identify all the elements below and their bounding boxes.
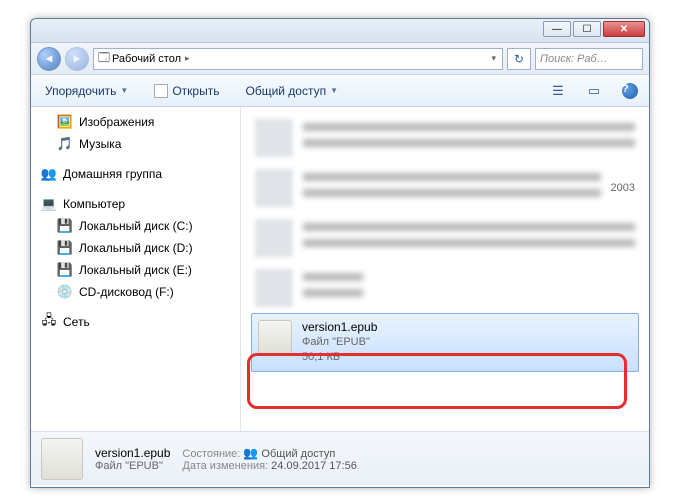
file-text-blurred xyxy=(303,123,635,153)
modified-value: 24.09.2017 17:56 xyxy=(271,460,357,472)
file-text-blurred xyxy=(303,273,363,303)
disk-icon: 💾 xyxy=(57,262,73,278)
back-button[interactable]: ◄ xyxy=(37,47,61,71)
details-text: version1.epub Файл "EPUB" xyxy=(95,446,170,472)
chevron-right-icon[interactable]: ▸ xyxy=(183,53,192,64)
chevron-down-icon: ▼ xyxy=(330,86,338,95)
disk-icon: 💾 xyxy=(57,240,73,256)
sidebar-item-drive-d[interactable]: 💾 Локальный диск (D:) xyxy=(31,237,240,259)
sidebar-item-music[interactable]: 🎵 Музыка xyxy=(31,133,240,155)
pictures-icon: 🖼️ xyxy=(57,114,73,130)
file-info: version1.epub Файл "EPUB" 50,1 КБ xyxy=(302,320,377,365)
organize-button[interactable]: Упорядочить ▼ xyxy=(39,80,134,102)
homegroup-icon: 👥 xyxy=(41,166,57,182)
file-icon xyxy=(255,169,293,207)
sidebar-item-pictures[interactable]: 🖼️ Изображения xyxy=(31,111,240,133)
forward-button[interactable]: ► xyxy=(65,47,89,71)
sidebar-item-network[interactable]: 🖧 Сеть xyxy=(31,311,240,333)
share-label: Общий доступ xyxy=(245,84,326,98)
navigation-bar: ◄ ► 🗔 Рабочий стол ▸ ▾ ↻ Поиск: Раб… xyxy=(31,43,649,75)
sidebar-item-label: Компьютер xyxy=(63,197,125,211)
maximize-button[interactable]: ☐ xyxy=(573,21,601,37)
refresh-button[interactable]: ↻ xyxy=(507,48,531,70)
file-icon xyxy=(255,219,293,257)
sidebar-item-label: Локальный диск (E:) xyxy=(79,263,192,277)
people-icon: 👥 xyxy=(243,446,258,460)
details-meta: Состояние: 👥 Общий доступ Дата изменения… xyxy=(182,446,356,472)
help-button[interactable]: ? xyxy=(619,81,641,101)
sidebar-item-label: Изображения xyxy=(79,115,154,129)
sidebar-item-label: Домашняя группа xyxy=(63,167,162,181)
network-icon: 🖧 xyxy=(41,314,57,330)
selected-file-item[interactable]: version1.epub Файл "EPUB" 50,1 КБ xyxy=(251,313,639,372)
toolbar: Упорядочить ▼ Открыть Общий доступ ▼ ☰ ▭… xyxy=(31,75,649,107)
sidebar-item-drive-c[interactable]: 💾 Локальный диск (C:) xyxy=(31,215,240,237)
music-icon: 🎵 xyxy=(57,136,73,152)
list-item[interactable] xyxy=(251,263,639,313)
state-label: Состояние: xyxy=(182,448,240,460)
address-dropdown-icon[interactable]: ▾ xyxy=(489,53,498,64)
details-pane: version1.epub Файл "EPUB" Состояние: 👥 О… xyxy=(31,431,649,485)
close-button[interactable]: ✕ xyxy=(603,21,645,37)
list-item[interactable]: 2003 xyxy=(251,163,639,213)
share-button[interactable]: Общий доступ ▼ xyxy=(239,80,344,102)
sidebar-item-label: Музыка xyxy=(79,137,121,151)
file-name: version1.epub xyxy=(302,320,377,335)
titlebar: — ☐ ✕ xyxy=(31,19,649,43)
organize-label: Упорядочить xyxy=(45,84,116,98)
file-list-pane[interactable]: 2003 version1.epub Файл "EPUB" 50,1 КБ xyxy=(241,107,649,431)
cd-icon: 💿 xyxy=(57,284,73,300)
sidebar-item-label: CD-дисковод (F:) xyxy=(79,285,174,299)
list-item[interactable] xyxy=(251,113,639,163)
file-type: Файл "EPUB" xyxy=(302,335,377,350)
file-icon xyxy=(255,119,293,157)
sidebar-item-homegroup[interactable]: 👥 Домашняя группа xyxy=(31,163,240,185)
sidebar-item-computer[interactable]: 💻 Компьютер xyxy=(31,193,240,215)
file-size: 50,1 КБ xyxy=(302,350,377,365)
chevron-down-icon: ▼ xyxy=(120,86,128,95)
modified-label: Дата изменения: xyxy=(182,460,268,472)
sidebar-item-label: Локальный диск (D:) xyxy=(79,241,193,255)
preview-pane-button[interactable]: ▭ xyxy=(583,81,605,101)
open-label: Открыть xyxy=(172,84,219,98)
file-text-blurred xyxy=(303,173,601,203)
page-icon xyxy=(154,84,168,98)
epub-file-icon xyxy=(258,320,292,354)
sidebar-item-label: Локальный диск (C:) xyxy=(79,219,193,233)
disk-icon: 💾 xyxy=(57,218,73,234)
desktop-icon: 🗔 xyxy=(98,49,110,68)
file-year: 2003 xyxy=(611,182,635,194)
epub-file-icon xyxy=(41,438,83,480)
details-file-name: version1.epub xyxy=(95,446,170,460)
view-mode-button[interactable]: ☰ xyxy=(547,81,569,101)
computer-icon: 💻 xyxy=(41,196,57,212)
minimize-button[interactable]: — xyxy=(543,21,571,37)
file-text-blurred xyxy=(303,223,635,253)
sidebar-item-cd-drive[interactable]: 💿 CD-дисковод (F:) xyxy=(31,281,240,303)
help-icon: ? xyxy=(622,83,638,99)
search-input[interactable]: Поиск: Раб… xyxy=(535,48,643,70)
list-item[interactable] xyxy=(251,213,639,263)
file-icon xyxy=(255,269,293,307)
navigation-sidebar: 🖼️ Изображения 🎵 Музыка 👥 Домашняя групп… xyxy=(31,107,241,431)
sidebar-item-label: Сеть xyxy=(63,315,90,329)
sidebar-item-drive-e[interactable]: 💾 Локальный диск (E:) xyxy=(31,259,240,281)
details-file-type: Файл "EPUB" xyxy=(95,460,170,472)
content-body: 🖼️ Изображения 🎵 Музыка 👥 Домашняя групп… xyxy=(31,107,649,431)
breadcrumb[interactable]: Рабочий стол xyxy=(110,53,183,65)
explorer-window: — ☐ ✕ ◄ ► 🗔 Рабочий стол ▸ ▾ ↻ Поиск: Ра… xyxy=(30,18,650,488)
open-button[interactable]: Открыть xyxy=(148,80,225,102)
state-value: Общий доступ xyxy=(261,448,335,460)
address-bar[interactable]: 🗔 Рабочий стол ▸ ▾ xyxy=(93,48,503,70)
